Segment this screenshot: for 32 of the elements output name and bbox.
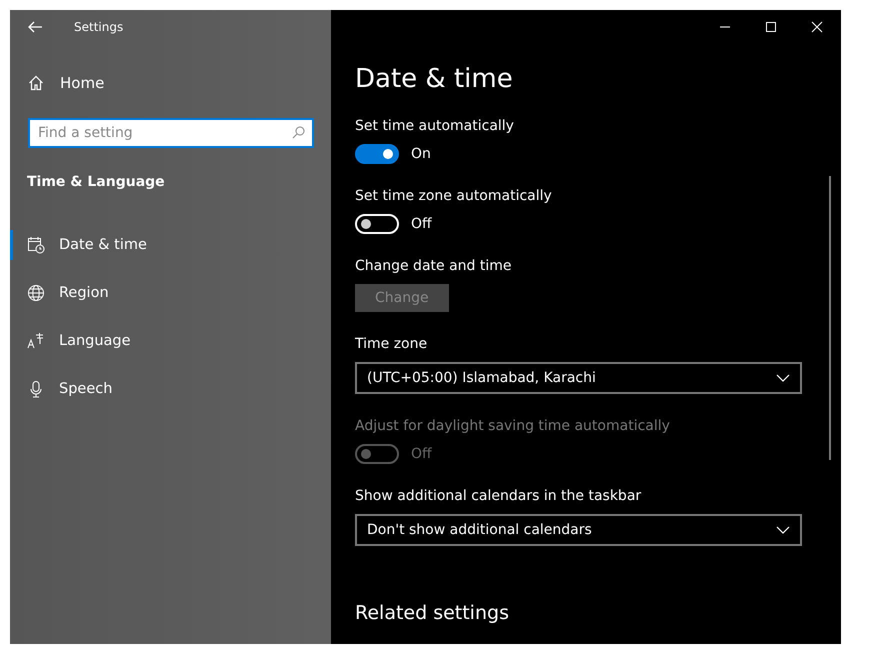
- globe-icon: [27, 284, 45, 302]
- toggle-state: On: [411, 146, 431, 162]
- back-icon[interactable]: [28, 21, 42, 33]
- language-icon: [27, 332, 45, 350]
- close-icon[interactable]: [811, 21, 823, 33]
- scrollbar[interactable]: [829, 176, 831, 460]
- toggle-state: Off: [411, 446, 432, 462]
- toggle-switch[interactable]: [355, 144, 399, 164]
- chevron-down-icon: [776, 526, 790, 534]
- nav-item[interactable]: Speech: [10, 374, 331, 404]
- section-heading: Time & Language: [27, 174, 165, 190]
- page-title: Date & time: [355, 64, 513, 94]
- toggle-state: Off: [411, 216, 432, 232]
- maximize-icon[interactable]: [765, 21, 777, 33]
- search-icon: [292, 126, 305, 139]
- setting-label: Time zone: [355, 336, 428, 352]
- setting-label: Set time zone automatically: [355, 188, 552, 204]
- nav-item[interactable]: Language: [10, 326, 331, 356]
- setting-label: Show additional calendars in the taskbar: [355, 488, 642, 504]
- nav-item[interactable]: Region: [10, 278, 331, 308]
- home-link[interactable]: Home: [28, 74, 104, 92]
- setting-label: Set time automatically: [355, 118, 514, 134]
- search-field[interactable]: Find a setting: [28, 118, 314, 148]
- dropdown[interactable]: Don't show additional calendars: [355, 514, 802, 546]
- dropdown[interactable]: (UTC+05:00) Islamabad, Karachi: [355, 362, 802, 394]
- section-heading: Related settings: [355, 602, 509, 624]
- home-icon: [28, 75, 44, 91]
- setting-label: Adjust for daylight saving time automatically: [355, 418, 670, 434]
- window-title: Settings: [74, 20, 124, 34]
- chevron-down-icon: [776, 374, 790, 382]
- calendar-clock-icon: [27, 236, 45, 254]
- setting-label: Change date and time: [355, 258, 512, 274]
